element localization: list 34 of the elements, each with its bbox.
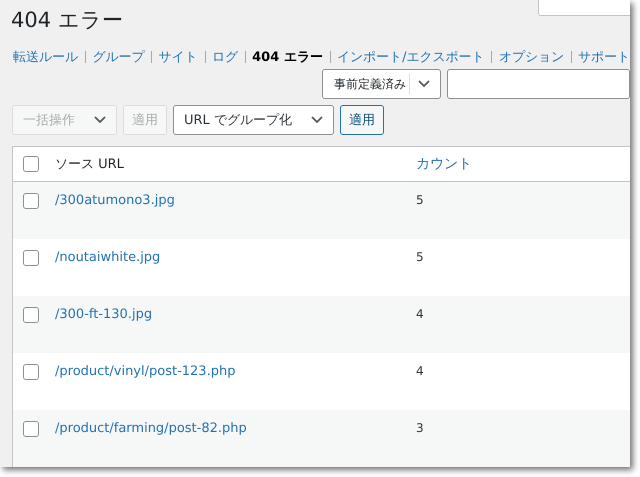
apply-button[interactable]: 適用 [340, 105, 384, 135]
nav-link[interactable]: 転送ルール [13, 48, 78, 66]
checkbox[interactable] [23, 364, 39, 380]
column-header[interactable]: カウント [416, 155, 472, 173]
caret-icon [94, 116, 106, 124]
checkbox[interactable] [23, 250, 39, 266]
page-title: 404 エラー [11, 7, 123, 34]
checkbox[interactable] [23, 307, 39, 323]
checkbox[interactable] [23, 156, 39, 172]
group-by-select[interactable]: URL でグループ化 [173, 105, 334, 135]
table-cell: 5 [416, 193, 424, 207]
url-link[interactable]: /product/farming/post-82.php [55, 421, 416, 436]
filter-select[interactable]: 事前定義済み [322, 69, 441, 99]
nav-link[interactable]: 404 エラー [252, 48, 323, 66]
checkbox[interactable] [23, 193, 39, 209]
nav-link[interactable]: インポート/エクスポート [337, 48, 484, 66]
nav-link[interactable]: サイト [158, 48, 198, 66]
table-cell: 3 [416, 421, 424, 435]
url-link[interactable]: /product/vinyl/post-123.php [55, 364, 416, 379]
checkbox[interactable] [23, 421, 39, 437]
caret-icon [311, 116, 323, 124]
nav-link[interactable]: グループ [92, 48, 144, 66]
nav-link[interactable]: ログ [212, 48, 238, 66]
table-cell: 5 [416, 250, 424, 264]
caret-icon [418, 80, 430, 88]
url-link[interactable]: /300-ft-130.jpg [55, 307, 416, 322]
table-cell: 4 [416, 307, 424, 321]
url-link[interactable]: /noutaiwhite.jpg [55, 250, 416, 265]
nav-link[interactable]: サポート [578, 48, 630, 66]
url-link[interactable]: /300atumono3.jpg [55, 193, 416, 208]
search-field[interactable] [447, 69, 630, 99]
nav-link[interactable]: オプション [498, 48, 564, 66]
column-header: ソース URL [55, 156, 125, 173]
table-cell: 4 [416, 364, 424, 378]
